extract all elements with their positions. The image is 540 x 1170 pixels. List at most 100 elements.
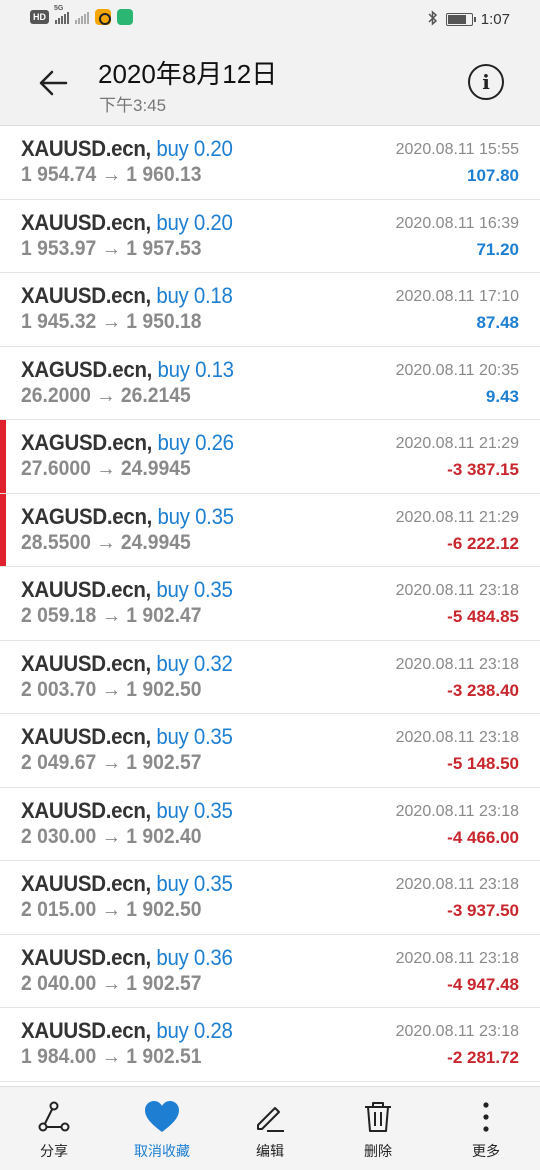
trash-button[interactable]: 删除: [324, 1087, 432, 1170]
hd-indicator: HD: [30, 10, 49, 24]
trade-prices: 26.2000 → 26.2145: [21, 383, 191, 407]
trade-prices: 1 945.32 → 1 950.18: [21, 310, 202, 333]
trade-time: 2020.08.11 23:18: [395, 949, 519, 967]
trade-profit: 87.48: [476, 313, 519, 332]
trade-profit: 9.43: [485, 386, 519, 406]
arrow-left-icon: [39, 70, 68, 96]
trade-prices: 1 984.00 → 1 902.51: [21, 1045, 202, 1068]
trade-side: buy 0.35: [156, 871, 233, 896]
heart-button[interactable]: 取消收藏: [108, 1087, 216, 1170]
trade-symbol: XAUUSD.ecn,: [21, 283, 151, 308]
trade-time: 2020.08.11 21:29: [395, 508, 519, 526]
trade-row[interactable]: XAUUSD.ecn, buy 0.18 1 945.32 → 1 950.18…: [0, 273, 540, 347]
status-left: HD 5G: [30, 5, 133, 25]
bluetooth-icon: [428, 10, 438, 29]
loss-marker: [0, 714, 6, 787]
trade-side: buy 0.35: [157, 503, 235, 529]
more-button[interactable]: 更多: [432, 1087, 540, 1170]
trade-prices: 28.5500 → 24.9945: [21, 530, 191, 554]
trade-title: XAUUSD.ecn, buy 0.20: [21, 210, 233, 236]
trade-time: 2020.08.11 23:18: [395, 655, 519, 673]
trade-side: buy 0.20: [156, 136, 233, 161]
trade-symbol: XAUUSD.ecn,: [21, 944, 151, 970]
trade-side: buy 0.35: [156, 577, 233, 602]
trade-title: XAUUSD.ecn, buy 0.20: [21, 136, 233, 162]
trade-side: buy 0.26: [157, 430, 235, 455]
trade-row[interactable]: XAGUSD.ecn, buy 0.26 27.6000 → 24.9945 2…: [0, 420, 540, 494]
trade-prices: 2 030.00 → 1 902.40: [21, 824, 202, 848]
battery-icon: [445, 13, 476, 26]
trade-row[interactable]: XAUUSD.ecn, buy 0.35 2 030.00 → 1 902.40…: [0, 787, 540, 861]
loss-marker: [0, 641, 6, 714]
trade-side: buy 0.35: [156, 797, 233, 823]
trade-profit: -3 238.40: [447, 680, 519, 700]
heart-icon: [144, 1099, 180, 1135]
trade-side: buy 0.32: [156, 650, 233, 676]
loss-marker: [0, 567, 6, 640]
trade-profit: -2 281.72: [447, 1048, 519, 1067]
trade-row[interactable]: XAUUSD.ecn, buy 0.20 1 954.74 → 1 960.13…: [0, 126, 540, 200]
back-button[interactable]: [30, 60, 76, 106]
toolbar-label: 分享: [40, 1143, 68, 1159]
loss-marker: [0, 420, 6, 493]
trade-time: 2020.08.11 21:29: [395, 435, 519, 452]
trade-row[interactable]: XAUUSD.ecn, buy 0.35 2 049.67 → 1 902.57…: [0, 714, 540, 788]
loss-marker: [0, 273, 6, 346]
trade-side: buy 0.28: [156, 1018, 233, 1043]
signal-icon: 5G: [54, 5, 69, 24]
bottom-toolbar: 分享 取消收藏 编辑 删除 更多: [0, 1086, 540, 1170]
trade-symbol: XAGUSD.ecn,: [21, 503, 153, 529]
trade-symbol: XAUUSD.ecn,: [21, 871, 151, 896]
trade-prices: 1 954.74 → 1 960.13: [21, 163, 202, 186]
info-button[interactable]: i: [468, 64, 504, 100]
signal-icon-2: [75, 10, 89, 24]
trade-side: buy 0.36: [156, 944, 233, 970]
trade-time: 2020.08.11 16:39: [395, 214, 519, 232]
trade-title: XAUUSD.ecn, buy 0.35: [21, 724, 233, 750]
loss-marker: [0, 788, 6, 861]
trade-title: XAGUSD.ecn, buy 0.26: [21, 430, 234, 456]
trade-title: XAUUSD.ecn, buy 0.35: [21, 798, 233, 824]
trade-title: XAUUSD.ecn, buy 0.35: [21, 871, 233, 897]
trade-title: XAUUSD.ecn, buy 0.18: [21, 283, 233, 309]
trade-row[interactable]: XAGUSD.ecn, buy 0.13 26.2000 → 26.2145 2…: [0, 346, 540, 420]
loss-marker: [0, 861, 6, 934]
edit-icon: [252, 1099, 288, 1135]
trade-symbol: XAUUSD.ecn,: [21, 577, 151, 602]
trade-time: 2020.08.11 23:18: [395, 729, 519, 746]
trade-prices: 1 953.97 → 1 957.53: [21, 236, 202, 260]
edit-button[interactable]: 编辑: [216, 1087, 324, 1170]
trade-row[interactable]: XAUUSD.ecn, buy 0.28 1 984.00 → 1 902.51…: [0, 1008, 540, 1082]
trade-title: XAUUSD.ecn, buy 0.36: [21, 945, 233, 971]
trade-row[interactable]: XAUUSD.ecn, buy 0.20 1 953.97 → 1 957.53…: [0, 199, 540, 273]
trade-profit: -4 947.48: [447, 974, 519, 994]
trade-row[interactable]: XAUUSD.ecn, buy 0.36 2 040.00 → 1 902.57…: [0, 934, 540, 1008]
trade-time: 2020.08.11 15:55: [395, 141, 519, 158]
trade-list[interactable]: XAUUSD.ecn, buy 0.20 1 954.74 → 1 960.13…: [0, 126, 540, 1086]
trade-symbol: XAUUSD.ecn,: [21, 1018, 151, 1043]
trade-prices: 2 003.70 → 1 902.50: [21, 677, 202, 701]
toolbar-label: 更多: [472, 1143, 500, 1159]
trade-side: buy 0.13: [157, 356, 235, 382]
trade-row[interactable]: XAUUSD.ecn, buy 0.35 2 015.00 → 1 902.50…: [0, 861, 540, 935]
trade-profit: -3 937.50: [447, 901, 519, 920]
trade-profit: 71.20: [476, 239, 519, 259]
trade-time: 2020.08.11 23:18: [395, 582, 519, 599]
trade-symbol: XAUUSD.ecn,: [21, 136, 151, 161]
trade-prices: 2 040.00 → 1 902.57: [21, 971, 202, 995]
trade-row[interactable]: XAUUSD.ecn, buy 0.35 2 059.18 → 1 902.47…: [0, 567, 540, 641]
trade-prices: 2 049.67 → 1 902.57: [21, 751, 202, 774]
trade-title: XAUUSD.ecn, buy 0.35: [21, 577, 233, 603]
share-button[interactable]: 分享: [0, 1087, 108, 1170]
page-title: 2020年8月12日: [98, 59, 278, 89]
header: 2020年8月12日 下午3:45 i: [0, 40, 540, 126]
share-icon: [36, 1099, 72, 1135]
trade-row[interactable]: XAUUSD.ecn, buy 0.32 2 003.70 → 1 902.50…: [0, 640, 540, 714]
trade-side: buy 0.20: [156, 209, 233, 235]
loss-marker: [0, 347, 6, 420]
trade-profit: 107.80: [467, 166, 519, 185]
trade-row[interactable]: XAGUSD.ecn, buy 0.35 28.5500 → 24.9945 2…: [0, 493, 540, 567]
status-right: 1:07: [428, 10, 510, 29]
trade-prices: 2 059.18 → 1 902.47: [21, 604, 202, 627]
trade-prices: 27.6000 → 24.9945: [21, 457, 191, 480]
